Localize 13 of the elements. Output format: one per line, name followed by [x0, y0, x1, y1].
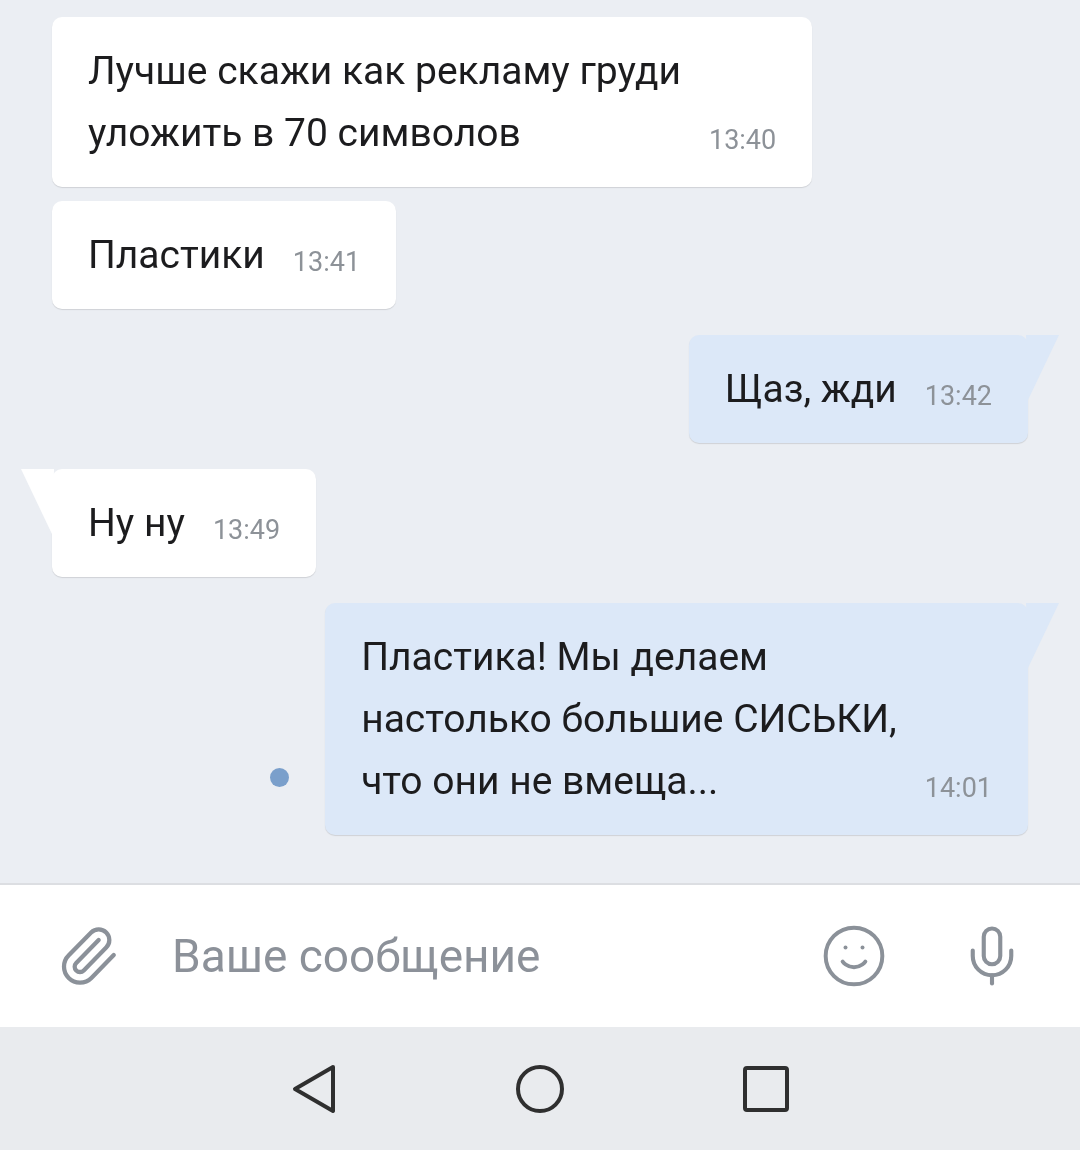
- message-text: Пластики: [88, 231, 265, 280]
- back-icon[interactable]: [291, 1063, 337, 1114]
- message-text: Лучше скажи как рекламу груди уложить в 70 символов: [88, 47, 681, 158]
- message-text: Пластика! Мы делаем настолько большие СИСЬКИ, что они не вмеща...: [361, 633, 897, 806]
- recents-icon[interactable]: [743, 1065, 789, 1112]
- message-time: 14:01: [924, 771, 992, 806]
- message-text: Ну ну: [88, 499, 185, 548]
- message-time: 13:40: [709, 123, 777, 158]
- message-text: Щаз, жди: [724, 365, 897, 414]
- message-time: 13:41: [292, 245, 361, 280]
- message-time: 13:49: [212, 513, 281, 548]
- home-icon[interactable]: [515, 1063, 565, 1114]
- message-time: 13:42: [924, 379, 992, 414]
